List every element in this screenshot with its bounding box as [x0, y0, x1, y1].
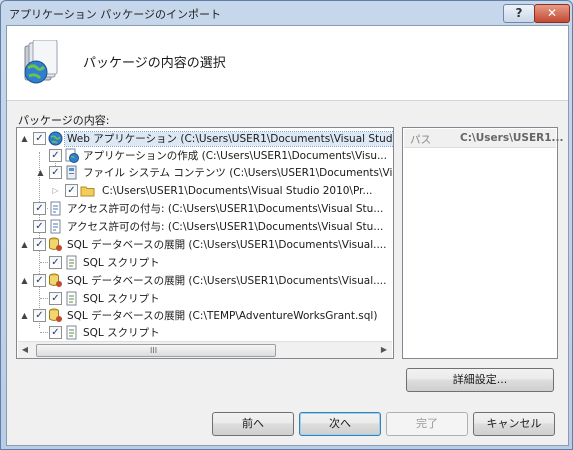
tree-item-checkbox[interactable]: ✓	[49, 326, 62, 339]
import-dialog-window: アプリケーション パッケージのインポート ? ✕ パッケージの内容の選択 パッケ…	[0, 0, 573, 450]
permission-doc-icon	[50, 219, 61, 234]
globe-icon	[48, 131, 63, 146]
tree-item-label: アクセス許可の付与: (C:\Users\USER1\Documents\Vis…	[67, 221, 384, 233]
dialog-client-area: パッケージの内容の選択 パッケージの内容: ▲ ✓ Web アプリケーション (…	[6, 25, 569, 446]
advanced-settings-button[interactable]: 詳細設定...	[406, 368, 554, 392]
property-value: C:\Users\USER1...	[460, 132, 564, 144]
tree-item-checkbox[interactable]: ✓	[49, 166, 62, 179]
help-button[interactable]: ?	[503, 4, 535, 23]
tree-item-checkbox[interactable]: ✓	[33, 132, 46, 145]
scroll-grip-icon: III	[150, 346, 158, 355]
tree-item-label: SQL データベースの展開 (C:\Users\USER1\Documents\…	[67, 275, 387, 287]
tree-item-label: C:\Users\USER1\Documents\Visual Studio 2…	[102, 185, 373, 197]
tree-item-create-application[interactable]: ✓ アプリケーションの作成 (C:\Users\USER1\Documents\…	[17, 148, 387, 164]
tree-item-sql-script[interactable]: ✓ SQL スクリプト	[17, 291, 387, 307]
database-icon	[49, 308, 62, 322]
package-contents-tree[interactable]: ▲ ✓ Web アプリケーション (C:\Users\USER1\Documen…	[16, 127, 394, 359]
collapse-arrow-icon[interactable]: ▲	[20, 240, 29, 249]
page-title: パッケージの内容の選択	[83, 56, 226, 71]
tree-item-label: アクセス許可の付与: (C:\Users\USER1\Documents\Vis…	[67, 203, 384, 215]
tree-item-grant-permission[interactable]: ✓ アクセス許可の付与: (C:\Users\USER1\Documents\V…	[17, 201, 387, 217]
tree-item-checkbox[interactable]: ✓	[49, 149, 62, 162]
package-globe-icon	[24, 40, 58, 84]
package-contents-label: パッケージの内容:	[18, 114, 110, 127]
tree-item-sql-deploy[interactable]: ▲ ✓ SQL データベースの展開 (C:\TEMP\AdventureWork…	[17, 308, 387, 324]
tree-item-folder-path[interactable]: ▷ ✓ C:\Users\USER1\Documents\Visual Stud…	[17, 183, 387, 199]
collapse-arrow-icon[interactable]: ▲	[20, 276, 29, 285]
tree-item-label: SQL スクリプト	[83, 327, 160, 339]
scroll-left-icon[interactable]: ◀	[20, 345, 30, 354]
tree-item-sql-deploy[interactable]: ▲ ✓ SQL データベースの展開 (C:\Users\USER1\Docume…	[17, 237, 387, 253]
tree-item-sql-script[interactable]: ✓ SQL スクリプト	[17, 255, 387, 271]
tree-item-checkbox[interactable]: ✓	[49, 256, 62, 269]
tree-item-checkbox[interactable]: ✓	[33, 220, 46, 233]
tree-item-file-system-content[interactable]: ▲ ✓ ファイル システム コンテンツ (C:\Users\USER1\Docu…	[17, 165, 393, 181]
tree-item-label: SQL データベースの展開 (C:\TEMP\AdventureWorksGra…	[67, 310, 378, 322]
permission-doc-icon	[50, 201, 61, 216]
globe-doc-icon	[65, 148, 79, 163]
script-icon	[66, 255, 77, 270]
horizontal-scrollbar[interactable]: ◀ III ▶	[18, 341, 392, 358]
tree-item-web-application[interactable]: ▲ ✓ Web アプリケーション (C:\Users\USER1\Documen…	[17, 131, 393, 147]
tree-item-checkbox[interactable]: ✓	[49, 292, 62, 305]
tree-item-sql-script[interactable]: ✓ SQL スクリプト	[17, 325, 387, 341]
wizard-header: パッケージの内容の選択	[7, 26, 568, 101]
close-button[interactable]: ✕	[534, 4, 570, 23]
back-button[interactable]: 前へ	[212, 412, 294, 436]
database-icon	[49, 237, 62, 251]
script-icon	[66, 291, 77, 306]
folder-icon	[80, 186, 95, 197]
tree-item-checkbox[interactable]: ✓	[33, 274, 46, 287]
title-bar[interactable]: アプリケーション パッケージのインポート ? ✕	[1, 1, 572, 25]
tree-item-label: アプリケーションの作成 (C:\Users\USER1\Documents\Vi…	[83, 150, 387, 162]
cancel-button[interactable]: キャンセル	[473, 412, 555, 436]
tree-item-sql-deploy[interactable]: ▲ ✓ SQL データベースの展開 (C:\Users\USER1\Docume…	[17, 273, 387, 289]
tree-item-label: SQL スクリプト	[83, 257, 160, 269]
collapse-arrow-icon[interactable]: ▲	[36, 168, 45, 177]
script-icon	[66, 325, 77, 340]
tree-item-label: SQL スクリプト	[83, 293, 160, 305]
tree-item-checkbox[interactable]: ✓	[65, 184, 78, 197]
window-title: アプリケーション パッケージのインポート	[9, 8, 222, 21]
collapse-arrow-icon[interactable]: ▲	[20, 311, 29, 320]
properties-panel: パス C:\Users\USER1...	[402, 127, 564, 359]
scroll-thumb[interactable]: III	[36, 344, 276, 357]
tree-item-checkbox[interactable]: ✓	[33, 202, 46, 215]
tree-item-checkbox[interactable]: ✓	[33, 238, 46, 251]
property-name: パス	[410, 134, 431, 146]
tree-item-checkbox[interactable]: ✓	[33, 309, 46, 322]
property-row-path[interactable]: パス C:\Users\USER1...	[404, 129, 564, 148]
tree-item-label: SQL データベースの展開 (C:\Users\USER1\Documents\…	[67, 239, 387, 251]
expand-arrow-icon[interactable]: ▷	[51, 186, 60, 195]
tree-item-grant-permission[interactable]: ✓ アクセス許可の付与: (C:\Users\USER1\Documents\V…	[17, 219, 387, 235]
next-button[interactable]: 次へ	[299, 412, 381, 436]
database-icon	[49, 273, 62, 287]
collapse-arrow-icon[interactable]: ▲	[20, 134, 29, 143]
file-system-icon	[66, 165, 77, 180]
scroll-right-icon[interactable]: ▶	[379, 345, 389, 354]
finish-button[interactable]: 完了	[386, 412, 468, 436]
tree-item-label: Web アプリケーション (C:\Users\USER1\Documents\V…	[64, 131, 393, 147]
tree-item-label: ファイル システム コンテンツ (C:\Users\USER1\Document…	[83, 167, 394, 179]
